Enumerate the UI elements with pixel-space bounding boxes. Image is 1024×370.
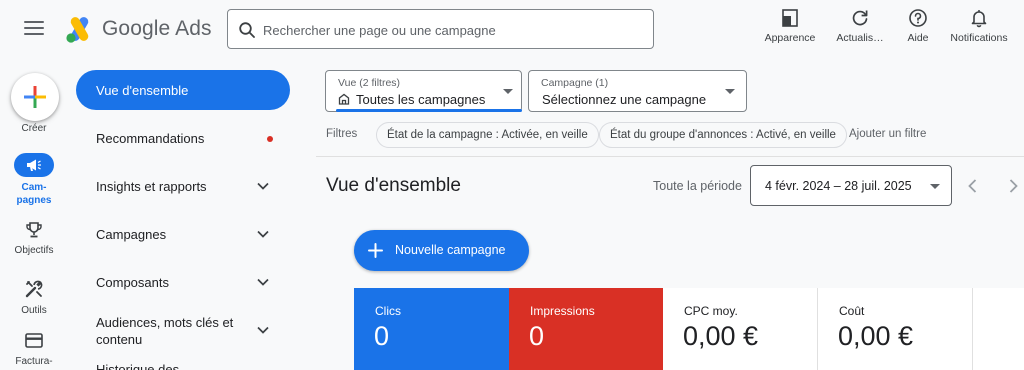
date-range-value: 4 févr. 2024 – 28 juil. 2025 bbox=[765, 179, 912, 193]
chevron-down-icon bbox=[257, 182, 269, 190]
tools-icon bbox=[25, 280, 43, 298]
rail-billing[interactable]: Factura- bbox=[0, 332, 68, 368]
nav-history[interactable]: Historique des bbox=[76, 358, 290, 370]
chevron-down-icon bbox=[257, 230, 269, 238]
help-button[interactable]: Aide bbox=[885, 8, 951, 48]
metric-card-cost[interactable]: Coût 0,00 € bbox=[818, 288, 973, 370]
metric-value: 0,00 € bbox=[683, 321, 759, 351]
rail-campaigns[interactable]: Cam- pagnes bbox=[0, 153, 68, 207]
dropdown-arrow-icon bbox=[503, 89, 513, 94]
metric-value: 0 bbox=[374, 321, 390, 351]
new-campaign-button[interactable]: Nouvelle campagne bbox=[354, 230, 529, 271]
divider bbox=[316, 156, 1024, 157]
dropdown-arrow-icon bbox=[930, 184, 940, 189]
brand-name: Google Ads bbox=[102, 17, 212, 40]
filters-label: Filtres bbox=[326, 128, 358, 140]
credit-card-icon bbox=[25, 333, 43, 348]
megaphone-icon bbox=[27, 159, 41, 171]
create-button[interactable] bbox=[11, 73, 59, 121]
home-icon bbox=[338, 93, 350, 105]
google-ads-logo bbox=[66, 17, 89, 43]
nav-insights[interactable]: Insights et rapports bbox=[76, 166, 290, 206]
metric-card-placeholder[interactable] bbox=[973, 288, 1024, 370]
view-filter-label: Vue (2 filtres) bbox=[338, 77, 401, 89]
metric-label: Coût bbox=[839, 304, 865, 318]
menu-icon[interactable] bbox=[24, 21, 44, 37]
campaign-filter-dropdown[interactable]: Campagne (1) Sélectionnez une campagne bbox=[528, 70, 747, 112]
chevron-down-icon bbox=[257, 278, 269, 286]
view-filter-value: Toutes les campagnes bbox=[356, 92, 486, 107]
date-range-dropdown[interactable]: 4 févr. 2024 – 28 juil. 2025 bbox=[750, 165, 952, 206]
bell-icon bbox=[971, 10, 987, 28]
metric-value: 0,00 € bbox=[838, 321, 914, 351]
appearance-label: Apparence bbox=[764, 32, 816, 44]
nav-history-label: Historique des bbox=[96, 362, 180, 370]
appearance-icon bbox=[782, 9, 798, 27]
view-filter-dropdown[interactable]: Vue (2 filtres) Toutes les campagnes bbox=[325, 70, 522, 112]
page-title: Vue d'ensemble bbox=[326, 175, 461, 196]
metric-label: Clics bbox=[375, 304, 401, 318]
metric-card-clicks[interactable]: Clics 0 bbox=[354, 288, 509, 370]
metric-label: Impressions bbox=[530, 304, 595, 318]
nav-recommendations[interactable]: Recommandations bbox=[76, 118, 290, 158]
metric-card-impressions[interactable]: Impressions 0 bbox=[509, 288, 663, 370]
notifications-label: Notifications bbox=[950, 32, 1008, 44]
campaign-filter-value: Sélectionnez une campagne bbox=[542, 92, 707, 107]
billing-label: Factura- bbox=[15, 356, 53, 367]
campaigns-label: Cam- pagnes bbox=[16, 182, 52, 206]
nav-overview-label: Vue d'ensemble bbox=[96, 83, 189, 98]
campaign-filter-label: Campagne (1) bbox=[541, 77, 609, 89]
top-bar: Google Ads Apparence Actualis… Aide bbox=[0, 0, 1024, 60]
refresh-button[interactable]: Actualis… bbox=[827, 8, 893, 48]
rail-tools[interactable]: Outils bbox=[0, 279, 68, 317]
plus-icon bbox=[24, 86, 46, 108]
rail-goals[interactable]: Objectifs bbox=[0, 220, 68, 257]
help-label: Aide bbox=[907, 32, 929, 44]
metric-value: 0 bbox=[529, 321, 545, 351]
alert-dot bbox=[267, 136, 273, 142]
add-filter-link[interactable]: Ajouter un filtre bbox=[849, 128, 926, 140]
nav-recommendations-label: Recommandations bbox=[96, 131, 205, 146]
goals-label: Objectifs bbox=[14, 245, 54, 256]
help-icon bbox=[909, 9, 927, 27]
search-input[interactable] bbox=[263, 19, 643, 41]
search-icon bbox=[239, 22, 255, 38]
nav-campaigns[interactable]: Campagnes bbox=[76, 214, 290, 254]
nav-audiences-label: Audiences, mots clés et contenu bbox=[96, 315, 234, 347]
plus-icon bbox=[368, 243, 383, 258]
refresh-label: Actualis… bbox=[836, 32, 884, 44]
chevron-right-icon[interactable] bbox=[1003, 176, 1023, 196]
refresh-icon bbox=[852, 10, 868, 26]
nav-assets-label: Composants bbox=[96, 275, 169, 290]
metric-label: CPC moy. bbox=[684, 304, 738, 318]
nav-audiences[interactable]: Audiences, mots clés et contenu bbox=[76, 308, 290, 352]
nav-insights-label: Insights et rapports bbox=[96, 179, 207, 194]
nav-assets[interactable]: Composants bbox=[76, 262, 290, 302]
active-underline bbox=[336, 109, 522, 112]
metric-card-avg-cpc[interactable]: CPC moy. 0,00 € bbox=[663, 288, 818, 370]
chevron-left-icon[interactable] bbox=[963, 176, 983, 196]
dropdown-arrow-icon bbox=[725, 89, 735, 94]
new-campaign-label: Nouvelle campagne bbox=[395, 243, 506, 257]
appearance-button[interactable]: Apparence bbox=[757, 8, 823, 48]
adgroup-status-filter-chip[interactable]: État du groupe d'annonces : Activé, en v… bbox=[599, 122, 847, 148]
nav-campaigns-label: Campagnes bbox=[96, 227, 167, 242]
tools-label: Outils bbox=[21, 305, 47, 316]
trophy-icon bbox=[26, 222, 42, 238]
campaign-status-filter-chip[interactable]: État de la campagne : Activée, en veille bbox=[376, 122, 599, 148]
nav-overview[interactable]: Vue d'ensemble bbox=[76, 70, 290, 110]
create-label: Créer bbox=[21, 123, 47, 134]
chevron-down-icon bbox=[257, 326, 269, 334]
period-label: Toute la période bbox=[653, 179, 742, 193]
rail-create[interactable]: Créer bbox=[0, 122, 68, 135]
search-box[interactable] bbox=[227, 9, 654, 49]
notifications-button[interactable]: Notifications bbox=[946, 8, 1012, 48]
campaigns-pill bbox=[14, 153, 54, 177]
